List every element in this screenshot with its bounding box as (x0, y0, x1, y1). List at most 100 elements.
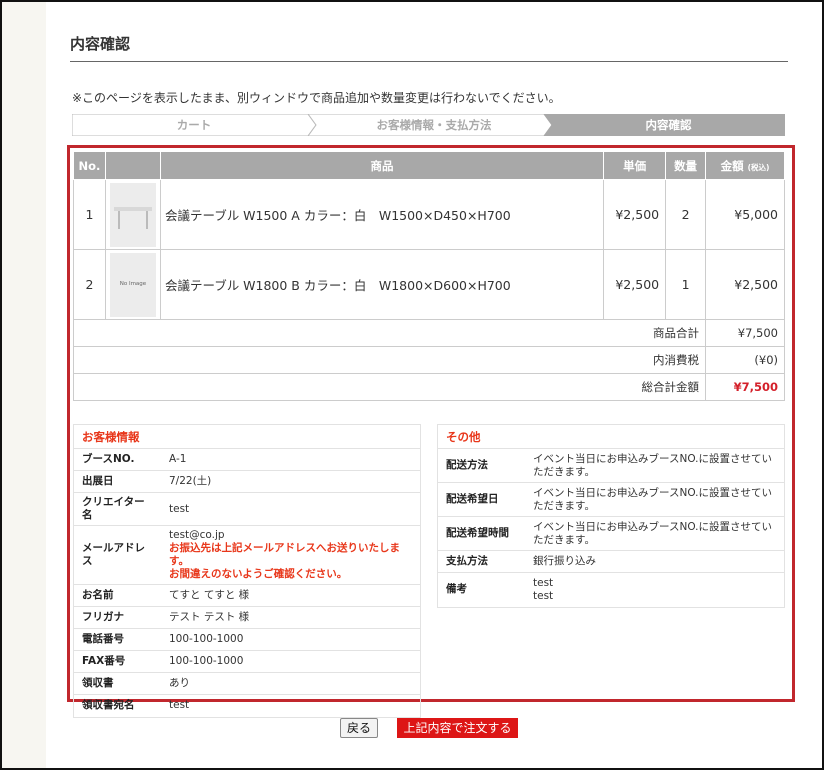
line-amount: ¥2,500 (705, 249, 785, 320)
notice-text: ※このページを表示したまま、別ウィンドウで商品追加や数量変更は行わないでください… (72, 91, 561, 105)
unit-price: ¥2,500 (603, 249, 667, 320)
product-thumbnail (104, 179, 161, 250)
remarks-cell: test test (525, 572, 784, 607)
info-row: 配送方法 イベント当日にお申込みブースNO.に設置させていただきます。 (438, 448, 784, 483)
col-no: No. (73, 151, 106, 180)
quantity: 1 (665, 249, 707, 320)
info-label: ブースNO. (74, 448, 161, 471)
order-items-table: No. 商品 単価 数量 金額 (税込) 1 会議テーブル W1500 A カラ… (72, 151, 785, 401)
tax-row: 内消費税 (¥0) (72, 346, 785, 374)
info-label: FAX番号 (74, 650, 161, 673)
grand-total-row: 総合計金額 ¥7,500 (72, 373, 785, 401)
col-quantity: 数量 (665, 151, 707, 180)
info-label: クリエイター名 (74, 492, 161, 526)
table-row: 2 No Image 会議テーブル W1800 B カラー：白 W1800×D6… (73, 249, 785, 320)
step-confirm: 内容確認 (645, 118, 692, 132)
info-value: test (161, 694, 420, 717)
col-amount-label: 金額 (720, 158, 744, 173)
info-value: てすと てすと 様 (161, 584, 420, 607)
info-value: テスト テスト 様 (161, 606, 420, 629)
info-label: 電話番号 (74, 628, 161, 651)
other-info-heading: その他 (437, 424, 785, 448)
col-amount: 金額 (税込) (705, 151, 785, 180)
unit-price: ¥2,500 (603, 179, 667, 250)
info-row: 配送希望時間 イベント当日にお申込みブースNO.に設置させていただきます。 (438, 516, 784, 551)
email-value: test@co.jp (169, 529, 225, 541)
info-row: 領収書 あり (74, 672, 420, 695)
info-row: 領収書宛名 test (74, 694, 420, 717)
info-value: 100-100-1000 (161, 628, 420, 651)
email-value-cell: test@co.jp お振込先は上記メールアドレスへお送りいたします。 お間違え… (161, 525, 420, 585)
info-row: クリエイター名 test (74, 492, 420, 526)
info-row: 備考 test test (438, 572, 784, 607)
no-image-label: No Image (119, 280, 147, 287)
grand-total-value: ¥7,500 (705, 373, 785, 401)
row-no: 1 (73, 179, 106, 250)
place-order-button[interactable]: 上記内容で注文する (397, 718, 518, 738)
product-thumbnail: No Image (104, 249, 161, 320)
info-value: イベント当日にお申込みブースNO.に設置させていただきます。 (525, 482, 784, 517)
page-title: 内容確認 (70, 35, 131, 53)
table-leg-left (117, 210, 120, 229)
subtotal-value: ¥7,500 (705, 319, 785, 347)
info-value: A-1 (161, 448, 420, 471)
step-customer-info: お客様情報・支払方法 (376, 118, 492, 132)
no-image-placeholder: No Image (109, 252, 156, 317)
info-label: 配送希望時間 (438, 516, 525, 551)
table-row: 1 会議テーブル W1500 A カラー：白 W1500×D450×H700 ¥… (73, 179, 785, 250)
col-image (104, 151, 161, 180)
info-value: test (161, 492, 420, 526)
line-amount: ¥5,000 (705, 179, 785, 250)
step-cart: カート (176, 118, 212, 132)
info-row: フリガナ テスト テスト 様 (74, 606, 420, 629)
quantity: 2 (665, 179, 707, 250)
remarks-line-1: test (533, 576, 554, 589)
col-unit-price: 単価 (603, 151, 667, 180)
title-divider (70, 61, 788, 62)
info-label: 配送方法 (438, 448, 525, 483)
info-row: メールアドレス test@co.jp お振込先は上記メールアドレスへお送りいたし… (74, 525, 420, 585)
info-value: イベント当日にお申込みブースNO.に設置させていただきます。 (525, 448, 784, 483)
col-product: 商品 (159, 151, 605, 180)
subtotal-row: 商品合計 ¥7,500 (72, 319, 785, 347)
info-value: 銀行振り込み (525, 550, 784, 573)
col-amount-suffix: (税込) (747, 162, 770, 172)
email-note-2: お間違えのないようご確認ください。 (169, 568, 348, 580)
info-label: 支払方法 (438, 550, 525, 573)
grand-total-label: 総合計金額 (72, 373, 707, 401)
info-label: メールアドレス (74, 525, 161, 585)
product-name: 会議テーブル W1500 A カラー：白 W1500×D450×H700 (159, 179, 605, 250)
info-row: 電話番号 100-100-1000 (74, 628, 420, 651)
info-row: 支払方法 銀行振り込み (438, 550, 784, 573)
checkout-steps: カート お客様情報・支払方法 内容確認 (72, 114, 785, 136)
info-value: イベント当日にお申込みブースNO.に設置させていただきます。 (525, 516, 784, 551)
other-info-panel: その他 配送方法 イベント当日にお申込みブースNO.に設置させていただきます。 配… (437, 424, 785, 608)
info-row: 配送希望日 イベント当日にお申込みブースNO.に設置させていただきます。 (438, 482, 784, 517)
left-margin (2, 2, 46, 768)
info-label: お名前 (74, 584, 161, 607)
subtotal-label: 商品合計 (72, 319, 707, 347)
product-image (109, 182, 156, 247)
table-header-row: No. 商品 単価 数量 金額 (税込) (73, 151, 785, 180)
table-leg-right (145, 210, 148, 229)
info-row: お名前 てすと てすと 様 (74, 584, 420, 607)
info-value: 100-100-1000 (161, 650, 420, 673)
tax-value: (¥0) (705, 346, 785, 374)
info-value: 7/22(土) (161, 470, 420, 493)
info-label: 備考 (438, 572, 525, 607)
info-row: FAX番号 100-100-1000 (74, 650, 420, 673)
info-row: ブースNO. A-1 (74, 448, 420, 471)
customer-info-heading: お客様情報 (73, 424, 421, 448)
product-name: 会議テーブル W1800 B カラー：白 W1800×D600×H700 (159, 249, 605, 320)
remarks-line-2: test (533, 589, 554, 602)
info-label: フリガナ (74, 606, 161, 629)
info-value: あり (161, 672, 420, 695)
info-label: 領収書 (74, 672, 161, 695)
customer-info-panel: お客様情報 ブースNO. A-1 出展日 7/22(土) クリエイター名 test メ… (73, 424, 421, 718)
row-no: 2 (73, 249, 106, 320)
back-button[interactable]: 戻る (340, 718, 378, 738)
info-label: 領収書宛名 (74, 694, 161, 717)
info-label: 配送希望日 (438, 482, 525, 517)
info-row: 出展日 7/22(土) (74, 470, 420, 493)
email-note-1: お振込先は上記メールアドレスへお送りいたします。 (169, 542, 400, 567)
